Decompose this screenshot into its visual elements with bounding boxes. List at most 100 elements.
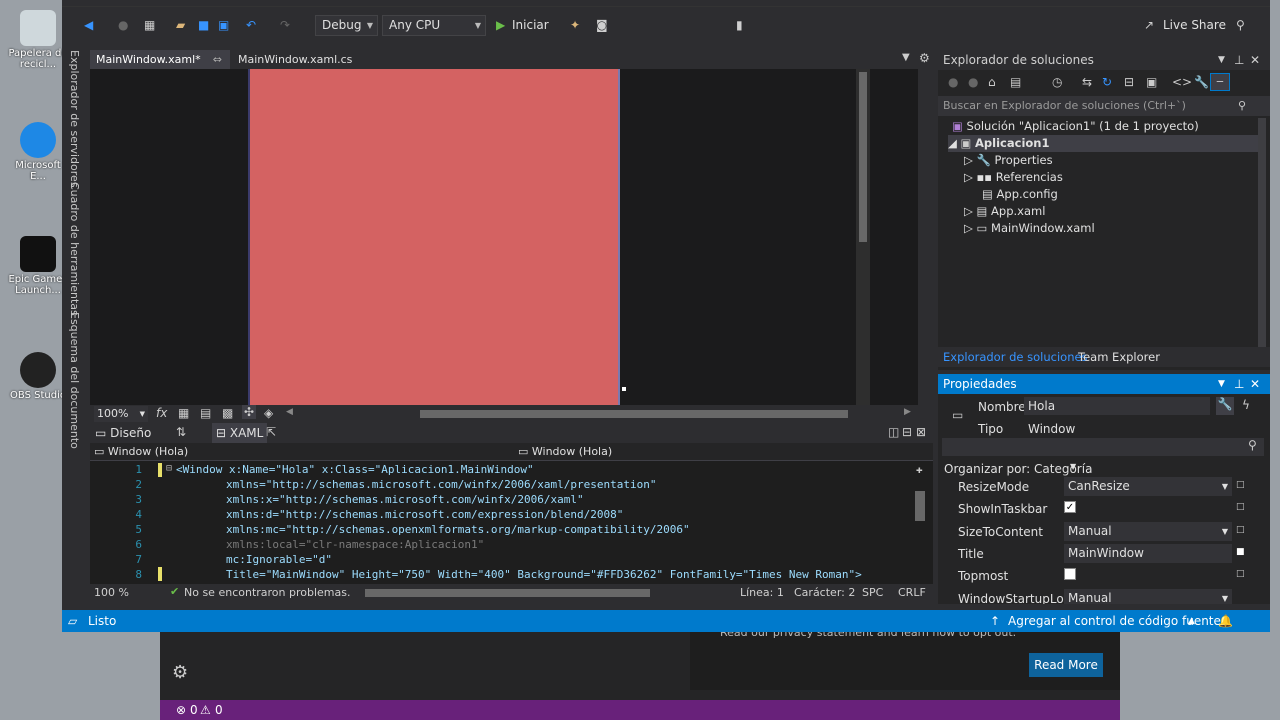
element-selector-left[interactable]: ▭ Window (Hola) <box>94 444 504 460</box>
tree-item-properties[interactable]: ▷ 🔧 Properties <box>964 152 1053 169</box>
chevron-down-icon[interactable]: ▼ <box>1218 374 1225 394</box>
undo-icon[interactable]: ↶ <box>246 16 256 34</box>
issues-text[interactable]: No se encontraron problemas. <box>184 586 350 599</box>
save-icon[interactable]: ■ <box>198 16 209 34</box>
desktop-icon-obs[interactable]: OBS Studio <box>8 352 68 401</box>
collapse-all-icon[interactable]: ⊟ <box>1124 75 1134 89</box>
gear-icon[interactable]: ⚙ <box>172 662 188 683</box>
resize-handle[interactable] <box>622 387 626 391</box>
window-artboard[interactable] <box>248 69 620 405</box>
back-icon[interactable]: ◀ <box>84 16 93 34</box>
sync-icon[interactable]: ⇆ <box>1082 75 1092 89</box>
flame-icon[interactable]: ✦ <box>570 16 580 34</box>
scroll-right-icon[interactable]: ▶ <box>904 407 911 417</box>
refresh-icon[interactable]: ↻ <box>1102 75 1112 89</box>
switch-views-icon[interactable]: ▤ <box>1010 75 1021 89</box>
code-line[interactable]: <Window x:Name="Hola" x:Class="Aplicacio… <box>176 463 534 476</box>
property-input[interactable]: MainWindow <box>1064 544 1232 563</box>
display-project-code-icon[interactable]: ◈ <box>264 406 273 420</box>
pin-icon[interactable]: ⊥ <box>1234 50 1244 70</box>
zoom-select[interactable]: 100% ▼ <box>94 406 148 422</box>
configuration-select[interactable]: Debug ▼ <box>315 15 378 36</box>
notifications-icon[interactable]: 🔔 <box>1218 610 1233 632</box>
element-selector-right[interactable]: ▭ Window (Hola) <box>518 444 918 460</box>
properties-icon[interactable]: 🔧 <box>1194 75 1209 89</box>
properties-search-input[interactable]: ⚲ <box>942 438 1264 456</box>
property-select[interactable]: CanResize ▼ <box>1064 477 1232 496</box>
tab-mainwindow-xaml[interactable]: MainWindow.xaml* ⇔ <box>90 50 230 70</box>
indent-mode[interactable]: SPC <box>862 586 883 599</box>
output-icon[interactable]: ▱ <box>68 610 77 632</box>
designer-scroll-thumb[interactable] <box>859 72 867 242</box>
property-row-showintaskbar[interactable]: ShowInTaskbar ✓ □ <box>938 498 1270 520</box>
server-explorer-tab[interactable]: Explorador de servidores <box>68 50 81 188</box>
tree-item-app-xaml[interactable]: ▷ ▤ App.xaml <box>964 203 1045 220</box>
home-icon[interactable]: ⌂ <box>988 75 996 89</box>
tree-item-solution[interactable]: ▣ Solución "Aplicacion1" (1 de 1 proyect… <box>952 118 1199 135</box>
platform-select[interactable]: Any CPU ▼ <box>382 15 486 36</box>
code-line[interactable]: xmlns="http://schemas.microsoft.com/winf… <box>226 478 656 491</box>
pin-icon[interactable]: ⇔ <box>213 50 222 69</box>
property-row-resizemode[interactable]: ResizeMode CanResize ▼ □ <box>938 476 1270 498</box>
swap-panes-icon[interactable]: ⇅ <box>176 425 186 439</box>
tab-overflow-icon[interactable]: ▼ <box>902 52 910 63</box>
property-row-windowstartuplocation[interactable]: WindowStartupLo... Manual ▼ <box>938 588 1270 604</box>
forward-icon[interactable]: ● <box>968 75 978 89</box>
document-outline-tab[interactable]: Esquema del documento <box>68 312 81 449</box>
property-marker-icon[interactable]: □ <box>1236 569 1245 579</box>
solution-scrollbar[interactable] <box>1258 118 1266 348</box>
wrench-icon[interactable]: 🔧 <box>1216 397 1234 415</box>
line-ending[interactable]: CRLF <box>898 586 926 599</box>
xaml-code-editor[interactable]: ⊟ 1 <Window x:Name="Hola" x:Class="Aplica… <box>90 461 933 584</box>
xaml-designer-canvas[interactable] <box>90 69 918 405</box>
property-row-topmost[interactable]: Topmost □ <box>938 565 1270 587</box>
property-marker-icon[interactable]: ■ <box>1236 547 1245 557</box>
code-line[interactable]: xmlns:x="http://schemas.microsoft.com/wi… <box>226 493 584 506</box>
code-line[interactable]: xmlns:mc="http://schemas.openxmlformats.… <box>226 523 690 536</box>
tree-item-mainwindow-xaml[interactable]: ▷ ▭ MainWindow.xaml <box>964 220 1095 237</box>
property-row-title[interactable]: Title MainWindow ■ <box>938 543 1270 565</box>
new-project-icon[interactable]: ▦ <box>144 16 155 34</box>
save-all-icon[interactable]: ▣ <box>218 16 229 34</box>
desktop-icon-recycle-bin[interactable]: Papelera de recicl... <box>8 10 68 70</box>
code-line[interactable]: xmlns:local="clr-namespace:Aplicacion1" <box>226 538 484 551</box>
toolbox-tab[interactable]: Cuadro de herramientas <box>68 182 81 316</box>
name-input[interactable]: Hola <box>1024 397 1210 415</box>
property-checkbox[interactable] <box>1064 568 1076 580</box>
grid-icon[interactable]: ▦ <box>178 406 189 420</box>
property-row-sizetocontent[interactable]: SizeToContent Manual ▼ □ <box>938 521 1270 543</box>
open-folder-icon[interactable]: ▰ <box>176 16 185 34</box>
property-select[interactable]: Manual ▼ <box>1064 522 1232 541</box>
add-split-icon[interactable]: ✚ <box>916 463 923 476</box>
formula-icon[interactable]: fx <box>156 406 167 420</box>
property-marker-icon[interactable]: □ <box>1236 525 1245 535</box>
tree-item-project[interactable]: ◢ ▣ Aplicacion1 <box>948 135 1263 152</box>
property-select[interactable]: Manual ▼ <box>1064 589 1232 604</box>
tab-team-explorer[interactable]: Team Explorer <box>1078 350 1160 364</box>
scroll-left-icon[interactable]: ◀ <box>286 407 293 417</box>
forward-icon[interactable]: ● <box>118 16 128 34</box>
collapse-icon[interactable]: ⊟ <box>166 463 172 474</box>
pending-changes-icon[interactable]: ◷ <box>1052 75 1062 89</box>
vertical-split-icon[interactable]: ◫ <box>888 425 899 439</box>
read-more-button[interactable]: Read More <box>1029 653 1103 677</box>
snap-grid-icon[interactable]: ▤ <box>200 406 211 420</box>
close-icon[interactable]: ✕ <box>1250 374 1260 394</box>
pin-icon[interactable]: ⚲ <box>1236 16 1245 34</box>
preview-icon[interactable]: ‒ <box>1210 73 1230 91</box>
editor-zoom[interactable]: 100 % <box>94 586 129 599</box>
screenshot-icon[interactable]: ◙ <box>596 16 608 34</box>
artboard-background-icon[interactable]: ▩ <box>222 406 233 420</box>
pin-icon[interactable]: ⊥ <box>1234 374 1244 394</box>
events-icon[interactable]: ϟ <box>1242 398 1250 412</box>
tab-design[interactable]: ▭ Diseño <box>95 423 151 443</box>
code-scroll-thumb[interactable] <box>915 491 925 521</box>
code-line[interactable]: mc:Ignorable="d" <box>226 553 332 566</box>
property-marker-icon[interactable]: □ <box>1236 480 1245 490</box>
code-horizontal-scroll-thumb[interactable] <box>365 589 650 597</box>
settings-icon[interactable]: ⚙ <box>919 51 930 65</box>
horizontal-split-icon[interactable]: ⊟ <box>902 425 912 439</box>
bookmark-icon[interactable]: ▮ <box>736 16 743 34</box>
start-icon[interactable]: ▶ <box>496 16 505 34</box>
tab-mainwindow-xaml-cs[interactable]: MainWindow.xaml.cs <box>232 50 362 70</box>
